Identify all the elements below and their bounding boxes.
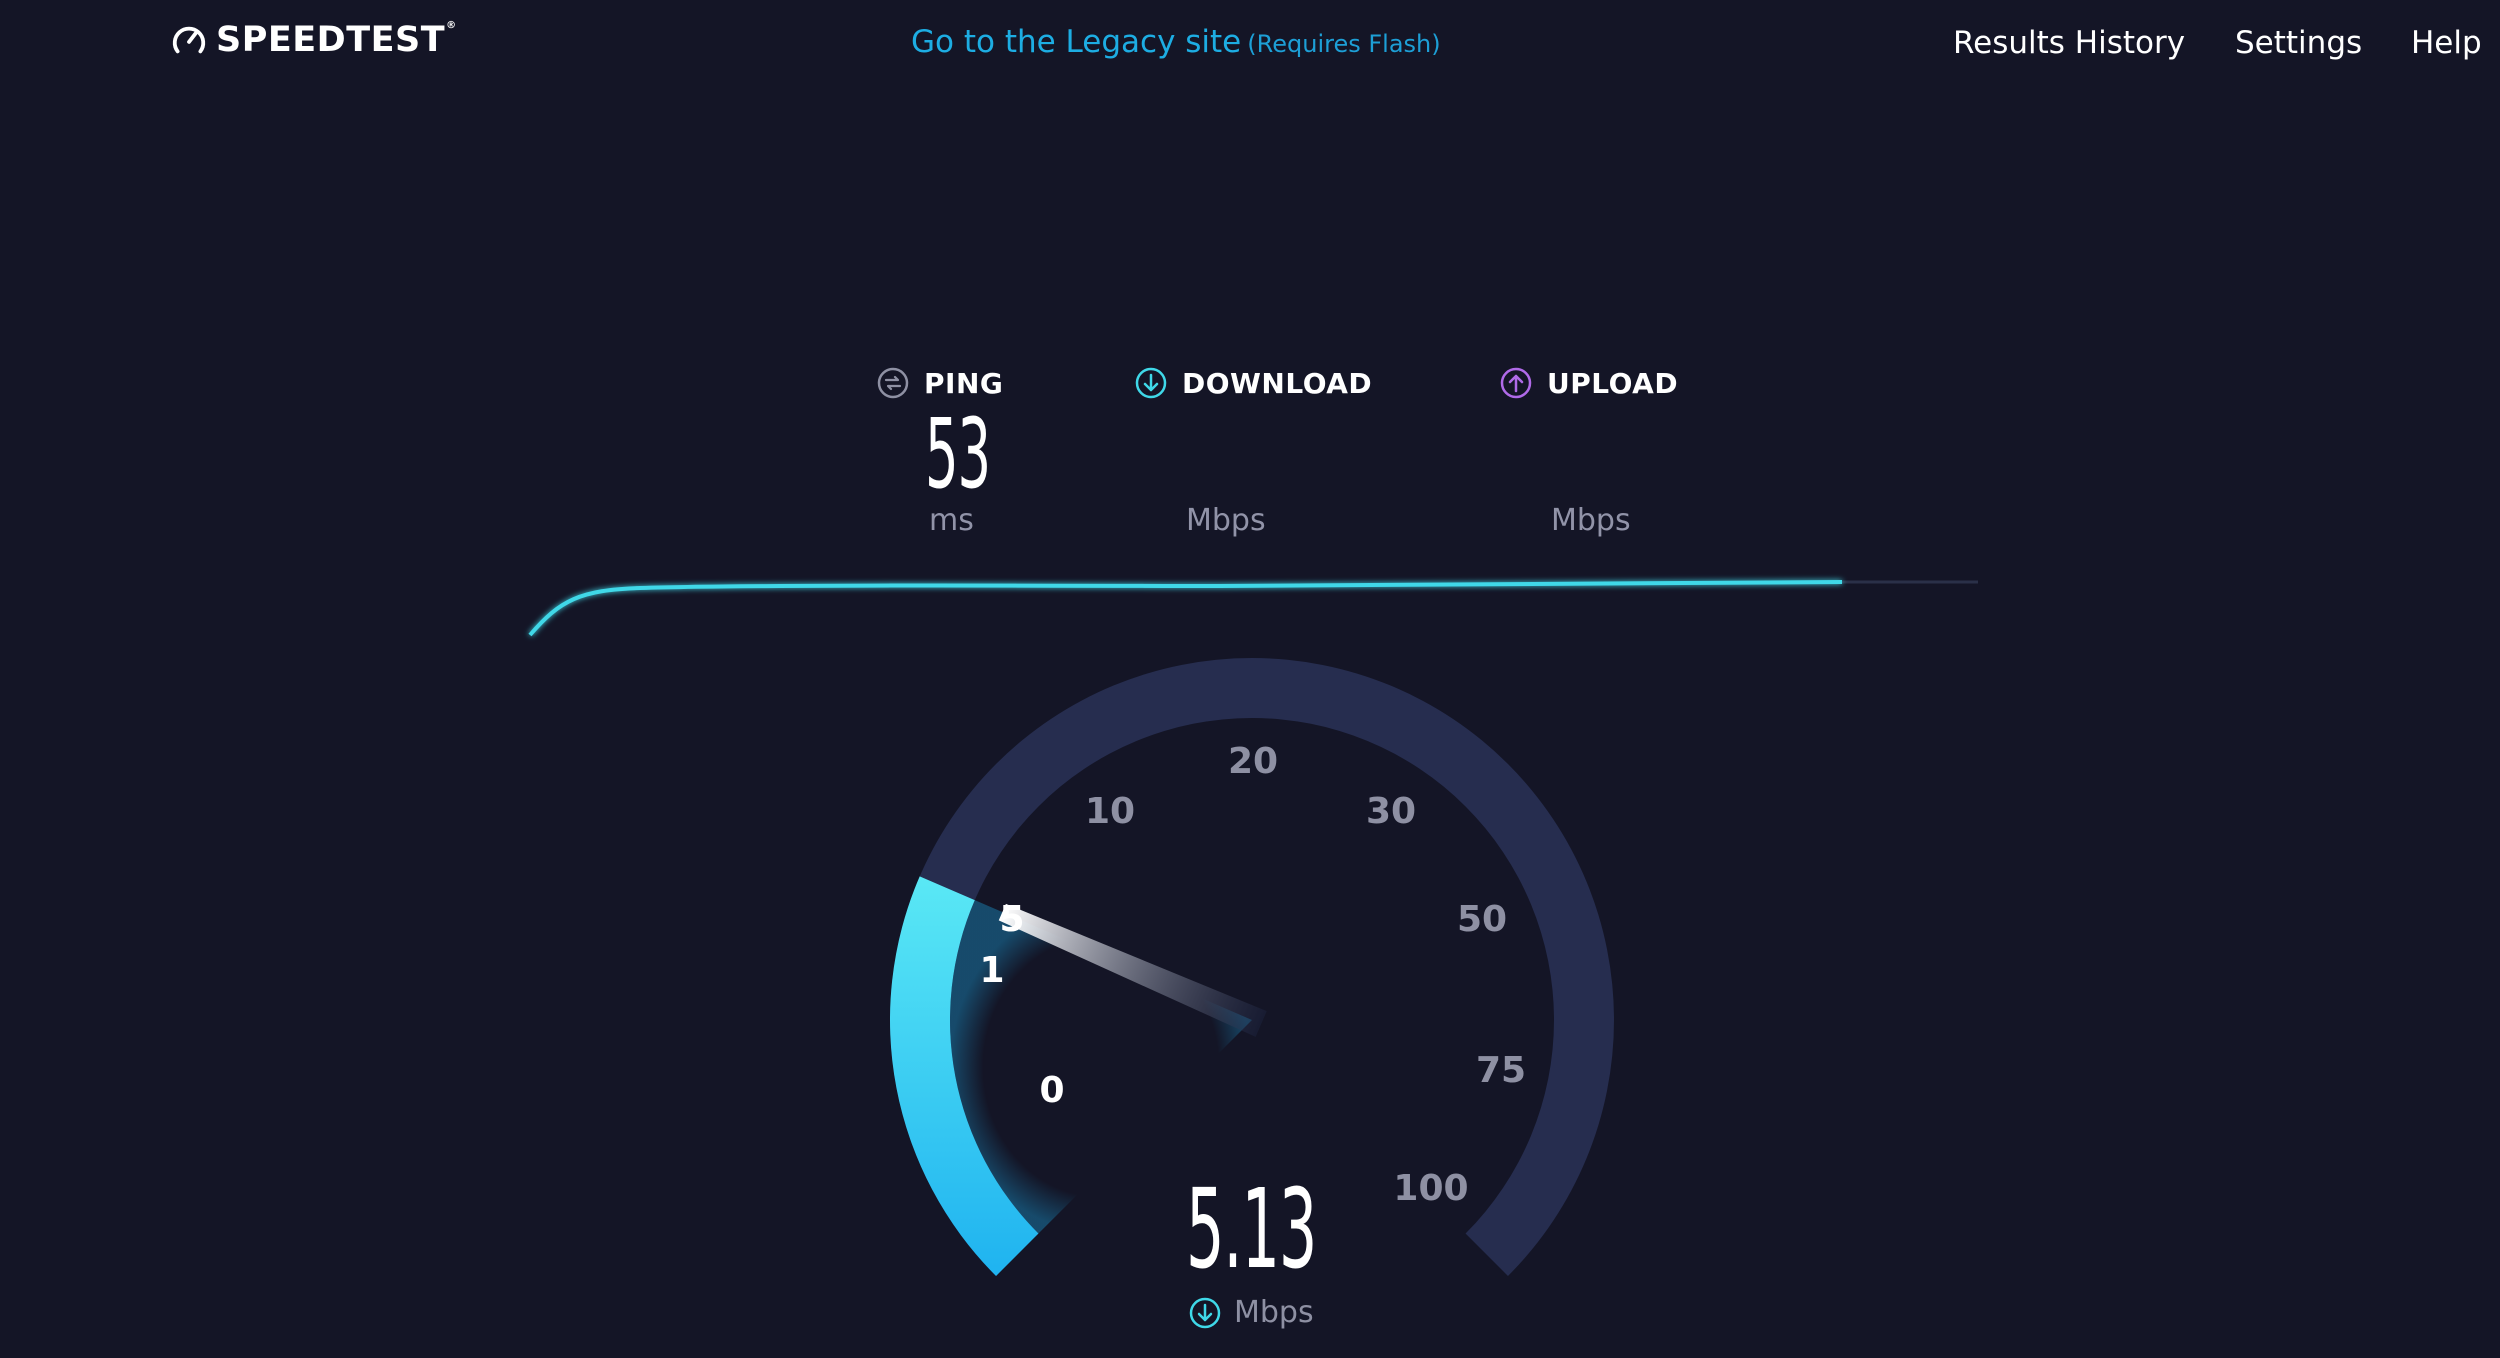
download-arrow-icon xyxy=(1189,1297,1221,1328)
upload-header: UPLOAD xyxy=(1499,366,1678,400)
gauge-label-30: 30 xyxy=(1366,791,1416,832)
nav-help[interactable]: Help xyxy=(2411,25,2482,61)
upload-arrow-icon xyxy=(1500,367,1532,399)
gauge-label-10: 10 xyxy=(1085,791,1135,832)
download-arrow-icon xyxy=(1135,367,1167,399)
gauge-label-100: 100 xyxy=(1393,1168,1468,1209)
legacy-flash-note: (Requires Flash) xyxy=(1247,30,1441,58)
download-speed-line xyxy=(528,580,1843,637)
nav-settings[interactable]: Settings xyxy=(2235,25,2362,61)
gauge-label-1: 1 xyxy=(979,950,1004,991)
legacy-site-link[interactable]: Go to the Legacy site (Requires Flash) xyxy=(911,24,1441,60)
speed-graph xyxy=(528,580,1978,637)
current-speed-unit-label: Mbps xyxy=(1234,1295,1314,1330)
speedtest-logo[interactable]: SPEEDTEST® xyxy=(170,20,457,60)
ping-label: PING xyxy=(924,366,1004,400)
ping-unit: ms xyxy=(929,503,974,538)
gauge-label-50: 50 xyxy=(1457,899,1507,940)
download-unit: Mbps xyxy=(1186,503,1266,538)
upload-label: UPLOAD xyxy=(1547,366,1679,400)
ping-icon xyxy=(877,367,909,399)
download-header: DOWNLOAD xyxy=(1134,366,1372,400)
nav-results-history[interactable]: Results History xyxy=(1953,25,2185,61)
current-speed-value: 5.13 xyxy=(1186,1165,1317,1293)
ping-value: 53 xyxy=(925,398,991,510)
logo-text: SPEEDTEST® xyxy=(216,20,457,60)
download-label: DOWNLOAD xyxy=(1182,366,1373,400)
gauge-label-75: 75 xyxy=(1476,1050,1526,1091)
legacy-link-text[interactable]: Go to the Legacy site xyxy=(911,24,1241,60)
gauge-label-20: 20 xyxy=(1228,741,1278,782)
gauge-label-5: 5 xyxy=(999,899,1024,940)
ping-header: PING xyxy=(876,366,1003,400)
upload-unit: Mbps xyxy=(1551,503,1631,538)
gauge-label-0: 0 xyxy=(1039,1070,1064,1111)
speedometer-logo-icon xyxy=(172,26,206,54)
current-speed-unit: Mbps xyxy=(1188,1295,1314,1330)
